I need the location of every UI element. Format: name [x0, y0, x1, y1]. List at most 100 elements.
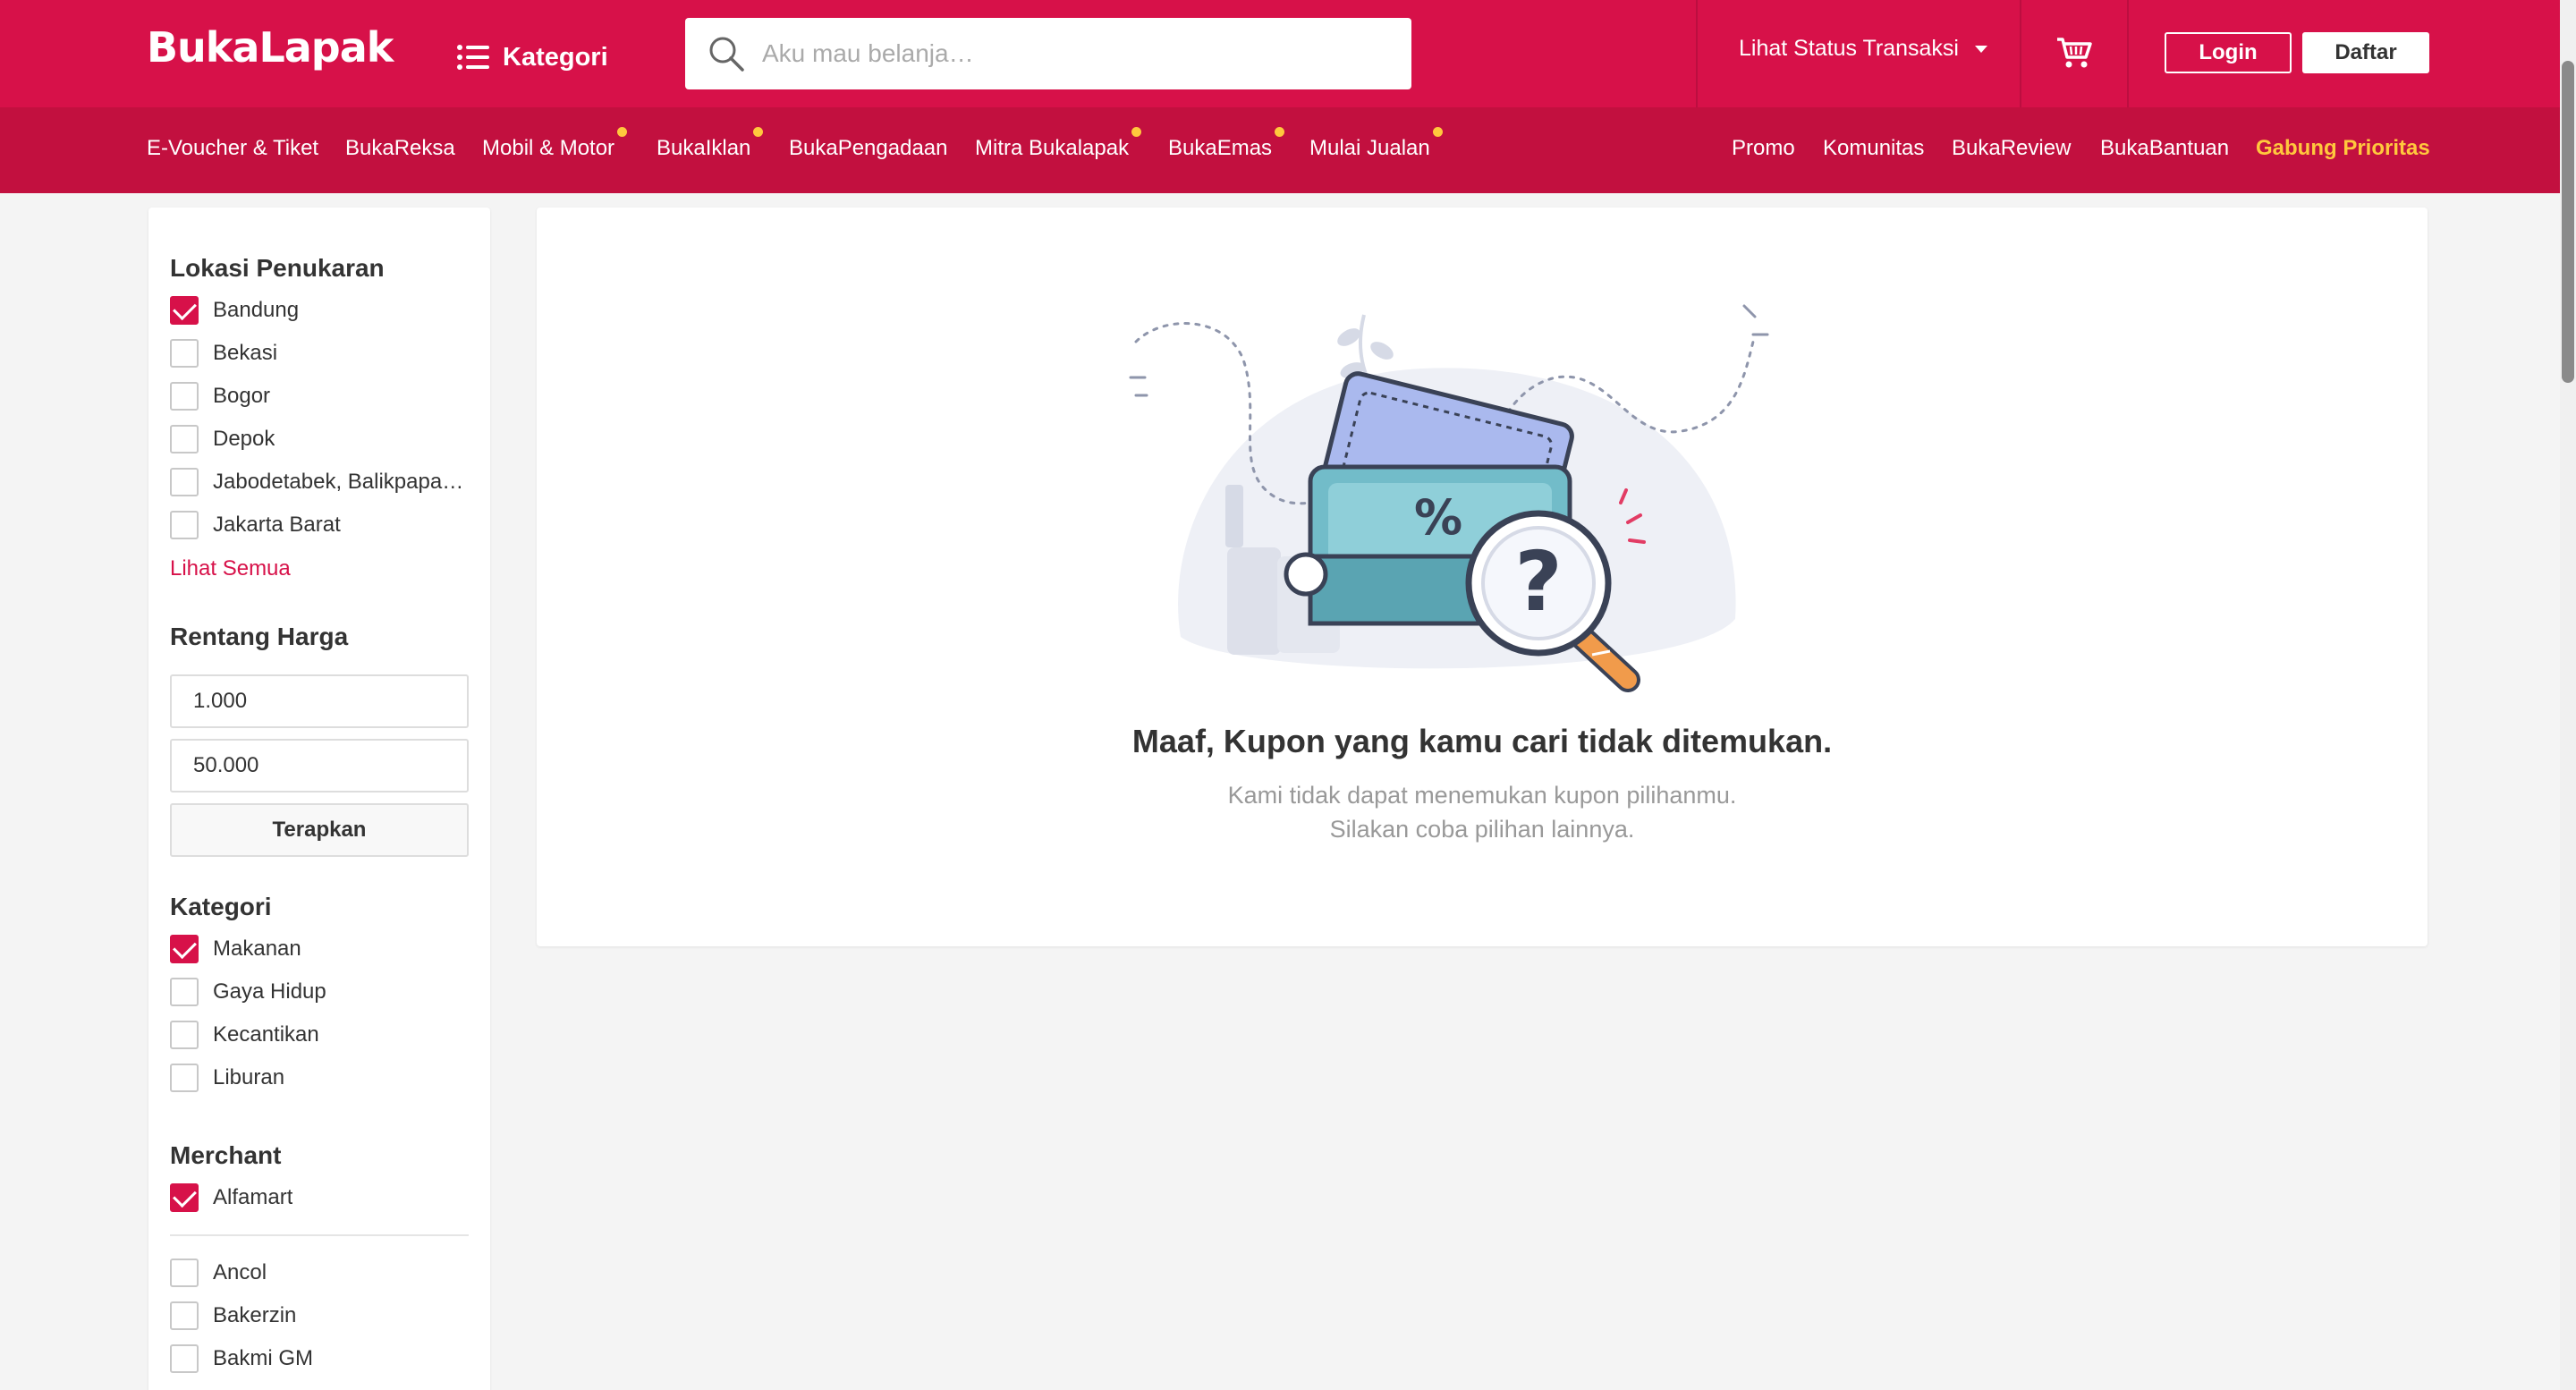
transaction-status-dropdown[interactable]: Lihat Status Transaksi [1739, 36, 1987, 62]
filter-lokasi-bekasi[interactable]: Bekasi [170, 338, 277, 369]
checkbox-label: Bandung [213, 298, 300, 322]
checkbox-label: Liburan [213, 1065, 285, 1089]
checkbox-label: Alfamart [213, 1185, 293, 1209]
header-divider [2020, 0, 2021, 107]
nav-mobil-motor[interactable]: Mobil & Motor [482, 127, 628, 161]
nav-mitra-label: Mitra Bukalapak [975, 136, 1130, 160]
checkbox-label: Depok [213, 427, 275, 451]
price-max-input[interactable] [170, 739, 469, 792]
checkbox[interactable] [170, 978, 199, 1006]
filter-sidebar: Lokasi Penukaran Bandung Bekasi Bogor De… [148, 208, 490, 1390]
nav-gabung-prioritas[interactable]: Gabung Prioritas [2256, 136, 2430, 161]
nav-bukareksa[interactable]: BukaReksa [345, 136, 455, 161]
checkbox[interactable] [170, 425, 199, 453]
nav-bukabantuan[interactable]: BukaBantuan [2100, 136, 2229, 161]
checkbox-label: Gaya Hidup [213, 979, 326, 1004]
merchant-divider [170, 1234, 469, 1236]
merchant-title: Merchant [170, 1141, 282, 1169]
empty-state-hint: Silakan coba pilihan lainnya. [1329, 816, 1635, 843]
checkbox[interactable] [170, 1021, 199, 1049]
list-menu-icon [457, 45, 489, 70]
checkbox-label: Bakerzin [213, 1303, 297, 1327]
coupon-not-found-illustration: % ? [1129, 304, 1769, 692]
filter-kategori-liburan[interactable]: Liburan [170, 1063, 284, 1093]
nav-mulai-jualan-label: Mulai Jualan [1309, 136, 1430, 160]
lokasi-title: Lokasi Penukaran [170, 254, 385, 282]
scrollbar-thumb[interactable] [2562, 61, 2574, 383]
checkbox[interactable] [170, 1064, 199, 1092]
checkbox-label: Jabodetabek, Balikpapan, Bandung [213, 470, 467, 494]
new-indicator-dot [617, 127, 628, 137]
top-header: BukaLapak Kategori Lihat Status Transaks… [0, 0, 2560, 107]
checkbox[interactable] [170, 1344, 199, 1373]
checkbox[interactable] [170, 468, 199, 496]
filter-lokasi-jabodetabek[interactable]: Jabodetabek, Balikpapan, Bandung [170, 467, 467, 497]
checkbox[interactable] [170, 511, 199, 539]
filter-merchant-bakmi-gm[interactable]: Bakmi GM [170, 1343, 313, 1374]
svg-text:?: ? [1514, 534, 1562, 630]
checkbox-label: Bakmi GM [213, 1346, 314, 1370]
register-button[interactable]: Daftar [2302, 32, 2429, 73]
nav-mitra-bukalapak[interactable]: Mitra Bukalapak [975, 127, 1142, 161]
nav-mobil-motor-label: Mobil & Motor [482, 136, 615, 160]
login-button[interactable]: Login [2165, 32, 2292, 73]
filter-lokasi-bogor[interactable]: Bogor [170, 381, 270, 411]
empty-state-card: % ? Maaf, Kupon yang kamu cari tidak dit… [537, 208, 2428, 946]
checkbox-label: Ancol [213, 1260, 267, 1284]
search-bar[interactable] [685, 18, 1411, 89]
filter-kategori-makanan[interactable]: Makanan [170, 934, 301, 964]
checkbox-checked[interactable] [170, 296, 199, 325]
filter-merchant-bakerzin[interactable]: Bakerzin [170, 1301, 296, 1331]
bukalapak-logo[interactable]: BukaLapak [147, 23, 394, 72]
nav-bukapengadaan[interactable]: BukaPengadaan [789, 136, 948, 161]
new-indicator-dot [1275, 127, 1285, 137]
sub-navigation: E-Voucher & Tiket BukaReksa Mobil & Moto… [0, 107, 2560, 193]
checkbox[interactable] [170, 339, 199, 368]
new-indicator-dot [753, 127, 764, 137]
nav-bukaemas-label: BukaEmas [1168, 136, 1273, 160]
checkbox-label: Kecantikan [213, 1022, 319, 1047]
nav-bukaemas[interactable]: BukaEmas [1168, 127, 1285, 161]
nav-evoucher[interactable]: E-Voucher & Tiket [147, 136, 318, 161]
empty-state-title: Maaf, Kupon yang kamu cari tidak ditemuk… [1131, 723, 1833, 759]
kategori-menu-button[interactable]: Kategori [456, 38, 608, 77]
nav-promo[interactable]: Promo [1732, 136, 1795, 161]
new-indicator-dot [1432, 127, 1443, 137]
new-indicator-dot [1131, 127, 1142, 137]
filter-lokasi-depok[interactable]: Depok [170, 424, 275, 454]
search-input[interactable] [762, 39, 1388, 68]
nav-komunitas[interactable]: Komunitas [1823, 136, 1924, 161]
checkbox-label: Bogor [213, 384, 271, 408]
price-min-input[interactable] [170, 674, 469, 728]
filter-merchant-ancol[interactable]: Ancol [170, 1258, 267, 1288]
checkbox-checked[interactable] [170, 935, 199, 963]
checkbox[interactable] [170, 1301, 199, 1330]
nav-bukaiklan[interactable]: BukaIklan [657, 127, 764, 161]
svg-text:%: % [1414, 489, 1462, 546]
see-all-link[interactable]: Lihat Semua [170, 556, 291, 581]
header-divider [2127, 0, 2129, 107]
empty-state-message: Kami tidak dapat menemukan kupon pilihan… [1227, 782, 1737, 809]
checkbox[interactable] [170, 1259, 199, 1287]
checkbox-label: Jakarta Barat [213, 513, 341, 537]
filter-lokasi-bandung[interactable]: Bandung [170, 295, 299, 326]
filter-kategori-gaya-hidup[interactable]: Gaya Hidup [170, 977, 326, 1007]
checkbox-checked[interactable] [170, 1183, 199, 1212]
harga-title: Rentang Harga [170, 623, 349, 650]
checkbox-label: Bekasi [213, 341, 278, 365]
header-divider [1696, 0, 1698, 107]
filter-merchant-alfamart[interactable]: Alfamart [170, 1182, 292, 1213]
checkbox[interactable] [170, 382, 199, 411]
apply-price-button[interactable]: Terapkan [170, 803, 469, 857]
nav-bukaiklan-label: BukaIklan [657, 136, 751, 160]
nav-bukareview[interactable]: BukaReview [1952, 136, 2071, 161]
kategori-title: Kategori [170, 893, 272, 920]
cart-icon[interactable] [2055, 36, 2093, 70]
nav-mulai-jualan[interactable]: Mulai Jualan [1309, 127, 1443, 161]
chevron-down-icon [1974, 45, 1987, 53]
filter-lokasi-jakarta-barat[interactable]: Jakarta Barat [170, 510, 341, 540]
transaction-status-label: Lihat Status Transaksi [1739, 36, 1959, 61]
checkbox-label: Makanan [213, 937, 301, 961]
kategori-label: Kategori [503, 42, 608, 72]
filter-kategori-kecantikan[interactable]: Kecantikan [170, 1020, 319, 1050]
